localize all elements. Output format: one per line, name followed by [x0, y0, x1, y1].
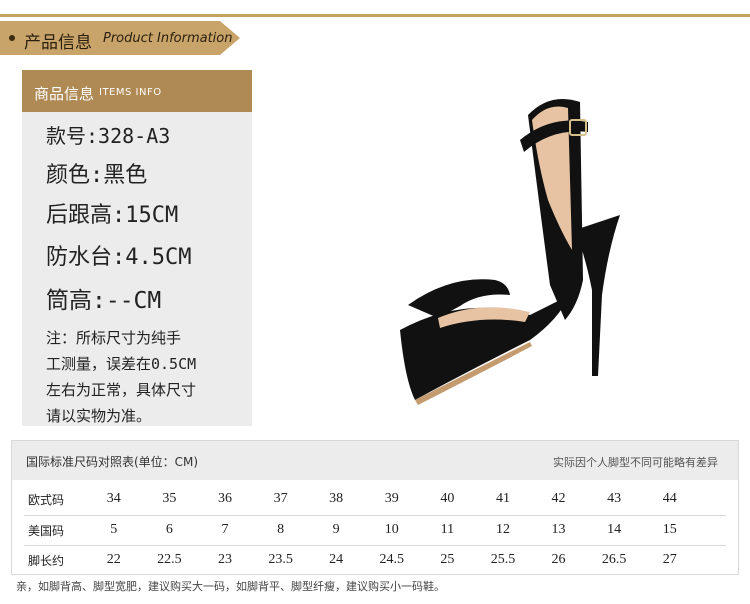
size-cell: 35	[162, 491, 177, 506]
size-cell: 41	[495, 491, 510, 506]
note-line: 注：所标尺寸为纯手	[46, 329, 182, 347]
banner-title-en: Product Information	[103, 31, 233, 46]
size-row-us: 美国码 5 6 7 8 9 10 11 12 13 14 15	[12, 515, 738, 545]
size-cell: 26	[551, 552, 566, 567]
note-line: 左右为正常，具体尺寸	[46, 381, 197, 399]
bullet-icon	[9, 35, 15, 41]
size-cell: 12	[495, 522, 510, 537]
size-cell: 13	[551, 522, 566, 537]
size-row-foot-length: 脚长约 22 22.5 23 23.5 24 24.5 25 25.5 26 2…	[12, 545, 738, 575]
size-cell: 11	[440, 522, 455, 537]
spec-style-number: 款号:328-A3	[46, 124, 171, 148]
size-cell: 9	[332, 522, 340, 537]
banner-title-cn: 产品信息	[24, 33, 92, 53]
size-cell: 26.5	[601, 552, 627, 567]
note-line: 工测量，误差在0.5CM	[46, 355, 197, 373]
size-cell: 34	[106, 491, 121, 506]
product-shoe-image	[400, 98, 620, 405]
size-chart: 国际标准尺码对照表(单位：CM) 实际因个人脚型不同可能略有差异 欧式码 34 …	[11, 440, 739, 575]
size-cell: 25	[440, 552, 455, 567]
size-cell: 27	[662, 552, 677, 567]
size-cell: 7	[221, 522, 229, 537]
size-cell: 15	[662, 522, 677, 537]
size-cell: 43	[607, 491, 622, 506]
spec-shaft-height: 筒高:--CM	[46, 288, 162, 314]
info-header: 商品信息 ITEMS INFO	[22, 70, 252, 112]
top-divider	[0, 14, 750, 17]
size-chart-hint: 实际因个人脚型不同可能略有差异	[553, 456, 718, 469]
size-cell: 24.5	[379, 552, 405, 567]
shoe-heel	[575, 215, 620, 376]
info-header-en: ITEMS INFO	[99, 87, 162, 98]
size-cell: 14	[607, 522, 622, 537]
size-cell: 23.5	[268, 552, 293, 567]
spec-heel-height: 后跟高:15CM	[46, 203, 179, 228]
note-line: 请以实物为准。	[46, 407, 152, 425]
size-cell: 44	[662, 491, 677, 506]
size-chart-title: 国际标准尺码对照表(单位：CM)	[26, 455, 199, 469]
size-cell: 25.5	[490, 552, 516, 567]
spec-platform-height: 防水台:4.5CM	[46, 245, 192, 270]
size-cell: 23	[217, 552, 232, 567]
size-cell: 8	[277, 522, 285, 537]
size-cell: 22	[106, 552, 121, 567]
footer-advice: 亲，如脚背高、脚型宽肥，建议购买大一码，如脚背平、脚型纤瘦，建议购买小一码鞋。	[16, 580, 445, 593]
size-cell: 22.5	[157, 552, 182, 567]
size-cell: 37	[273, 491, 288, 506]
size-row-eu: 欧式码 34 35 36 37 38 39 40 41 42 43 44	[12, 484, 738, 514]
info-header-cn: 商品信息	[34, 85, 95, 103]
row-label-eu: 欧式码	[28, 493, 65, 507]
info-body: 款号:328-A3 颜色:黑色 后跟高:15CM 防水台:4.5CM 筒高:--…	[46, 117, 246, 429]
size-chart-header: 国际标准尺码对照表(单位：CM) 实际因个人脚型不同可能略有差异	[12, 441, 738, 480]
measurement-note: 注：所标尺寸为纯手 工测量，误差在0.5CM 左右为正常，具体尺寸 请以实物为准…	[46, 325, 246, 429]
size-cell: 10	[384, 522, 399, 537]
product-info-panel: 商品信息 ITEMS INFO 款号:328-A3 颜色:黑色 后跟高:15CM…	[22, 70, 252, 426]
size-cell: 36	[217, 491, 232, 506]
spec-color: 颜色:黑色	[46, 163, 148, 188]
size-cell: 38	[329, 491, 344, 506]
size-cell: 40	[440, 491, 455, 506]
row-label-foot-length: 脚长约	[28, 554, 65, 568]
section-banner: 产品信息 Product Information	[0, 21, 240, 55]
size-cell: 6	[165, 522, 173, 537]
size-cell: 5	[110, 522, 118, 537]
size-cell: 39	[384, 491, 399, 506]
size-cell: 42	[551, 491, 566, 506]
size-cell: 24	[329, 552, 344, 567]
row-label-us: 美国码	[28, 524, 65, 538]
